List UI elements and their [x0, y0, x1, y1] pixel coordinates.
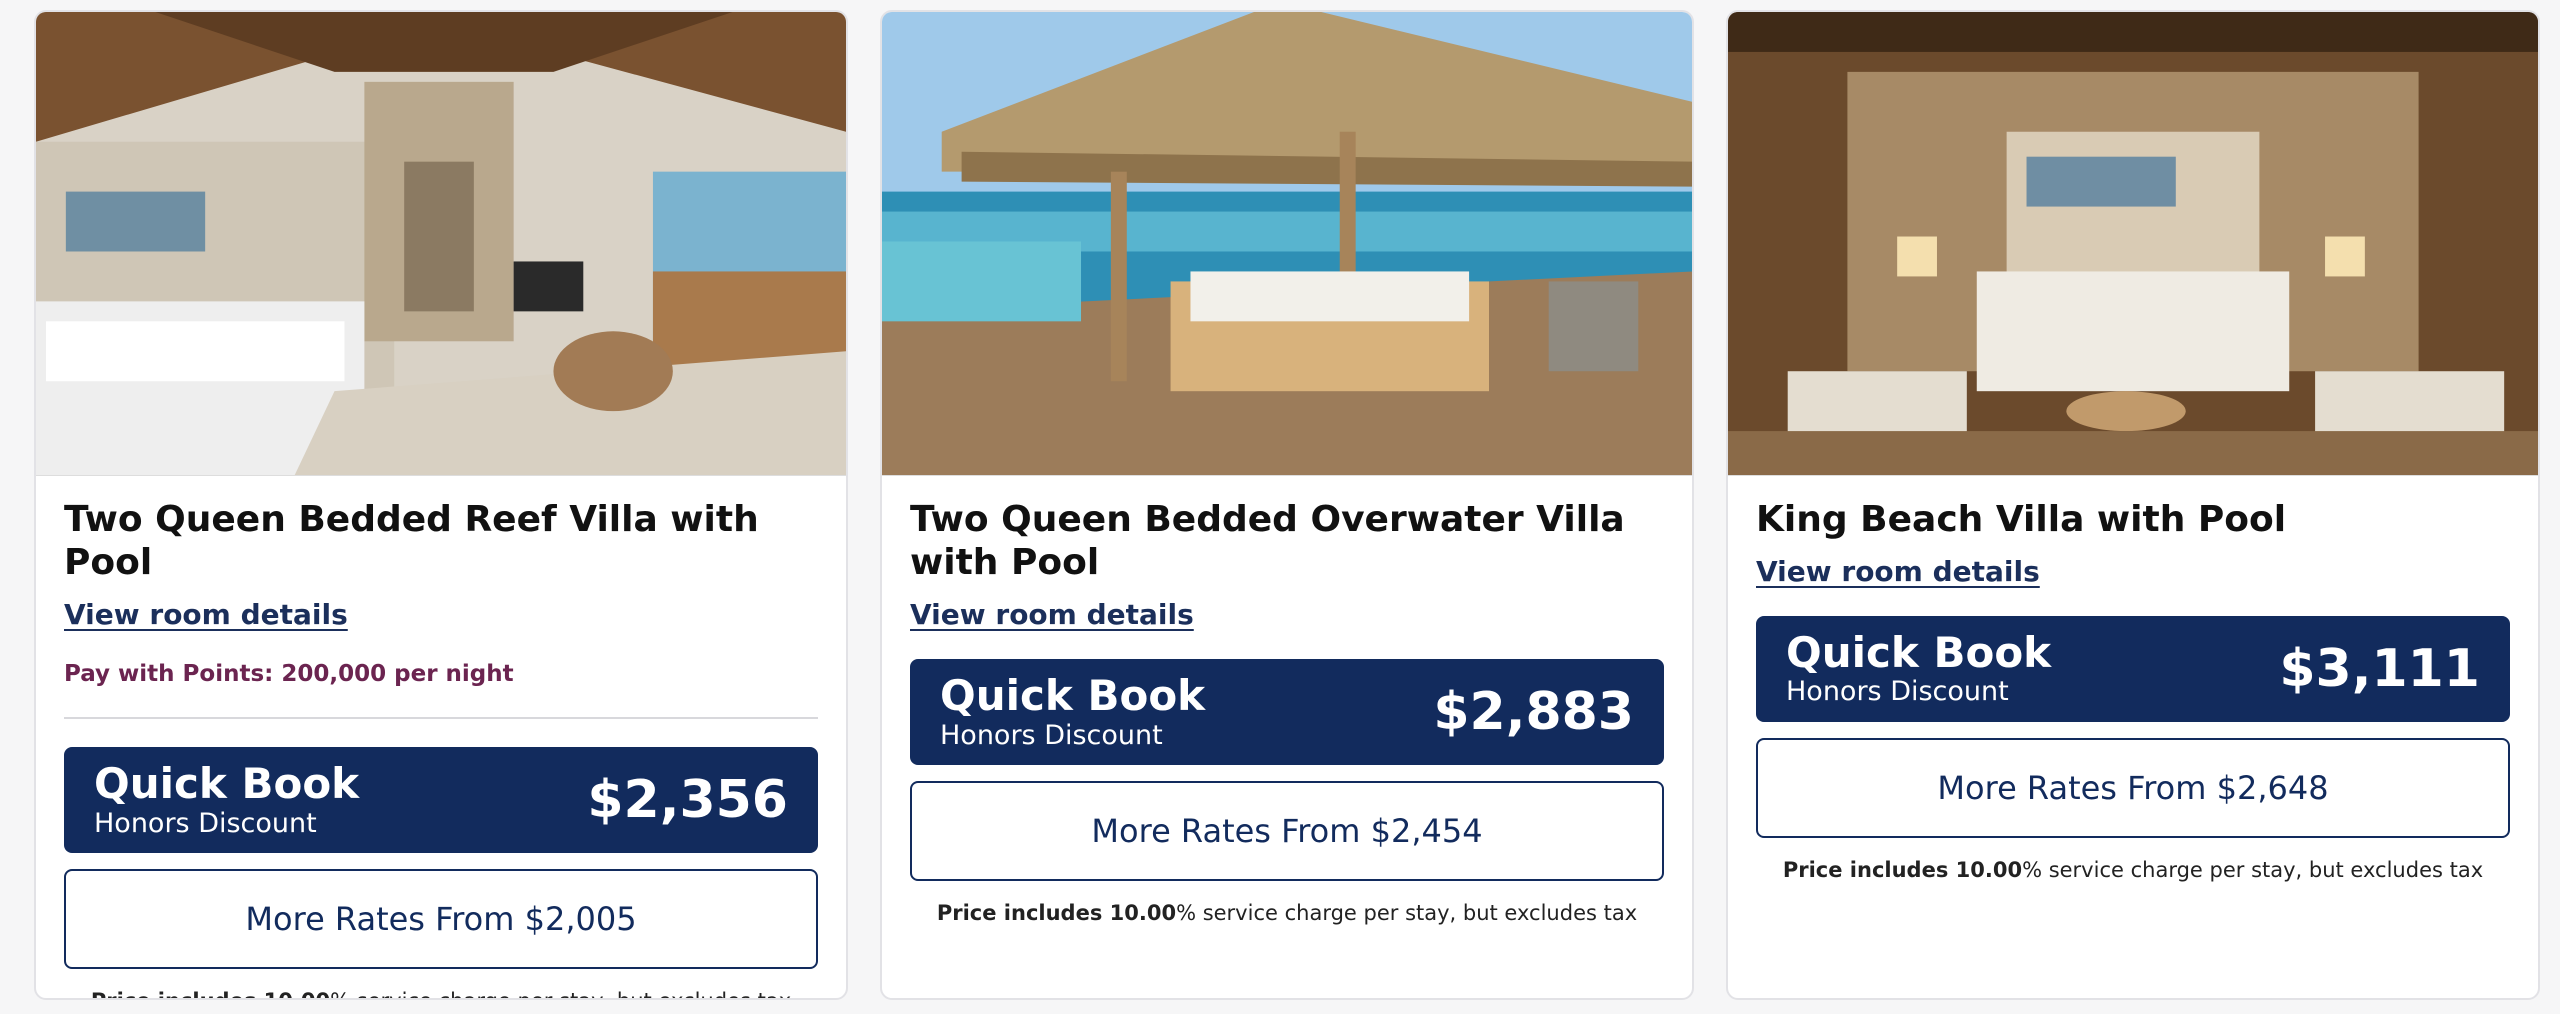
price-disclaimer: Price includes 10.00% service charge per…: [64, 989, 818, 998]
quick-book-button[interactable]: Quick Book Honors Discount $2,883: [910, 659, 1664, 766]
view-room-details-link[interactable]: View room details: [1756, 555, 2040, 588]
price-disclaimer: Price includes 10.00% service charge per…: [910, 901, 1664, 925]
quick-book-button[interactable]: Quick Book Honors Discount $2,356: [64, 747, 818, 854]
room-photo-overwater-villa[interactable]: [882, 12, 1692, 476]
quick-book-price: $3,111: [2279, 639, 2480, 700]
quick-book-label: Quick Book: [94, 759, 360, 809]
disclaimer-text: % service charge per stay, but excludes …: [2022, 858, 2484, 883]
disclaimer-bold: Price includes 10.00: [1782, 858, 2023, 883]
price-disclaimer: Price includes 10.00% service charge per…: [1756, 858, 2510, 882]
divider: [64, 717, 818, 720]
quick-book-price: $2,883: [1433, 682, 1634, 743]
honors-discount-label: Honors Discount: [94, 807, 317, 839]
more-rates-button[interactable]: More Rates From $2,005: [64, 869, 818, 970]
room-title: Two Queen Bedded Overwater Villa with Po…: [910, 499, 1625, 584]
room-photo-reef-villa[interactable]: [36, 12, 846, 476]
disclaimer-bold: Price includes 10.00: [91, 989, 330, 998]
more-rates-button[interactable]: More Rates From $2,648: [1756, 738, 2510, 839]
room-card-overwater-villa: Two Queen Bedded Overwater Villa with Po…: [880, 10, 1694, 1000]
room-card-king-beach-villa: King Beach Villa with Pool View room det…: [1726, 10, 2540, 1000]
room-card-grid: Two Queen Bedded Reef Villa with Pool Vi…: [34, 10, 2540, 1000]
more-rates-button[interactable]: More Rates From $2,454: [910, 781, 1664, 882]
points-price: Pay with Points: 200,000 per night: [64, 661, 514, 688]
view-room-details-link[interactable]: View room details: [910, 598, 1194, 631]
room-title: Two Queen Bedded Reef Villa with Pool: [64, 499, 759, 584]
quick-book-price: $2,356: [587, 770, 788, 831]
room-photo-king-beach-villa[interactable]: [1728, 12, 2538, 476]
view-room-details-link[interactable]: View room details: [64, 598, 348, 631]
quick-book-label: Quick Book: [1786, 628, 2052, 678]
room-title: King Beach Villa with Pool: [1756, 499, 2287, 540]
room-card-reef-villa: Two Queen Bedded Reef Villa with Pool Vi…: [34, 10, 848, 1000]
honors-discount-label: Honors Discount: [1786, 676, 2009, 708]
disclaimer-bold: Price includes 10.00: [936, 901, 1177, 926]
disclaimer-text: % service charge per stay, but excludes …: [1176, 901, 1638, 926]
quick-book-button[interactable]: Quick Book Honors Discount $3,111: [1756, 616, 2510, 723]
honors-discount-label: Honors Discount: [940, 719, 1163, 751]
quick-book-label: Quick Book: [940, 671, 1206, 721]
disclaimer-text: % service charge per stay, but excludes …: [330, 989, 791, 998]
